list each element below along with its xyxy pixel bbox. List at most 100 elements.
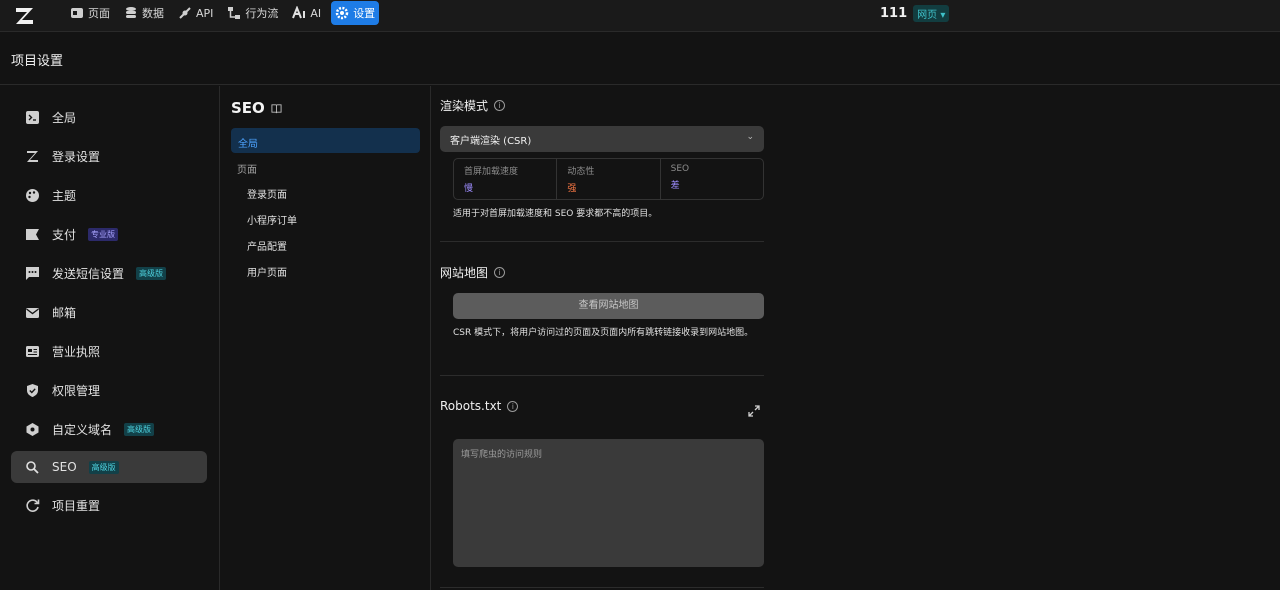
- info-icon[interactable]: i: [507, 400, 519, 412]
- metric-value: 慢: [464, 184, 474, 194]
- subnav-group-pages: 页面: [237, 165, 257, 176]
- sidebar-item-label: 登录设置: [52, 149, 101, 164]
- metric-key: SEO: [670, 164, 690, 174]
- login-icon: [25, 149, 40, 164]
- render-mode-title-text: 渲染模式: [440, 99, 489, 113]
- page-icon: [71, 8, 83, 18]
- metric-load-speed: 首屏加载速度 慢: [454, 159, 558, 199]
- metric-key: 动态性: [567, 167, 595, 177]
- advanced-badge: 高级版: [124, 422, 155, 436]
- main-nav: 页面 数据 API 行为流 AI 设置: [66, 1, 380, 25]
- api-icon: [179, 7, 191, 19]
- page-header: 项目设置: [0, 33, 1280, 85]
- sidebar-item-domain[interactable]: 自定义域名 高级版: [11, 413, 207, 445]
- reset-icon: [25, 498, 40, 513]
- section-divider: [440, 587, 764, 588]
- sidebar-item-payment[interactable]: 支付 专业版: [11, 218, 207, 250]
- nav-ai[interactable]: AI: [288, 1, 325, 25]
- sms-icon: [25, 266, 40, 281]
- sidebar-item-label: 发送短信设置: [52, 266, 125, 281]
- domain-icon: [25, 422, 40, 437]
- ai-icon: [292, 6, 306, 19]
- search-icon: [25, 460, 40, 475]
- subnav-item-page[interactable]: 小程序订单: [247, 212, 297, 227]
- license-icon: [25, 344, 40, 359]
- metric-seo: SEO 差: [661, 159, 763, 199]
- nav-pages-label: 页面: [88, 7, 110, 20]
- logo-icon[interactable]: [14, 5, 36, 27]
- info-icon[interactable]: i: [494, 100, 506, 111]
- nav-settings[interactable]: 设置: [331, 1, 380, 25]
- sidebar-item-label: SEO: [52, 460, 77, 474]
- sidebar-item-mail[interactable]: 邮箱: [11, 296, 207, 328]
- sidebar-item-label: 营业执照: [52, 344, 101, 359]
- nav-api[interactable]: API: [174, 1, 217, 25]
- robots-title-text: Robots.txt: [440, 399, 502, 413]
- subnav-item-page[interactable]: 用户页面: [247, 264, 287, 279]
- subnav-item-page[interactable]: 产品配置: [247, 238, 287, 253]
- seo-subnav: SEO 全局 页面 登录页面 小程序订单 产品配置 用户页面: [221, 86, 431, 590]
- project-switcher: 111 网页 ▾: [880, 5, 950, 22]
- book-icon[interactable]: [271, 103, 282, 114]
- nav-settings-label: 设置: [353, 7, 376, 20]
- sidebar-item-label: 支付: [52, 227, 77, 242]
- sidebar-item-login[interactable]: 登录设置: [11, 140, 207, 172]
- payment-icon: [25, 227, 40, 242]
- database-icon: [126, 7, 136, 18]
- expand-icon[interactable]: [747, 404, 761, 418]
- metric-key: 首屏加载速度: [464, 167, 519, 177]
- nav-pages[interactable]: 页面: [66, 1, 114, 25]
- sidebar-item-global[interactable]: 全局: [11, 101, 207, 133]
- seo-title-text: SEO: [231, 99, 265, 117]
- render-mode-title: 渲染模式 i: [440, 97, 506, 114]
- top-bar: 页面 数据 API 行为流 AI 设置 111 网页 ▾: [0, 0, 1280, 32]
- sidebar-item-label: 项目重置: [52, 498, 101, 513]
- sidebar-item-license[interactable]: 营业执照: [11, 335, 207, 367]
- render-mode-selected: 客户端渲染 (CSR): [450, 136, 532, 147]
- subnav-item-global[interactable]: 全局: [231, 128, 420, 153]
- seo-title: SEO: [231, 99, 282, 117]
- robots-title: Robots.txt i: [440, 399, 519, 413]
- advanced-badge: 高级版: [88, 460, 119, 474]
- sidebar-item-label: 主题: [52, 188, 77, 203]
- render-mode-description: 适用于对首屏加载速度和 SEO 要求都不高的项目。: [453, 209, 658, 219]
- robots-input[interactable]: [453, 439, 764, 567]
- palette-icon: [25, 188, 40, 203]
- shield-icon: [25, 383, 40, 398]
- workflow-icon: [228, 7, 241, 19]
- sidebar-item-theme[interactable]: 主题: [11, 179, 207, 211]
- nav-ai-label: AI: [310, 6, 322, 20]
- nav-data-label: 数据: [142, 7, 164, 20]
- pro-badge: 专业版: [88, 227, 119, 241]
- chevron-down-icon: ⌄: [746, 132, 754, 142]
- mail-icon: [25, 305, 40, 320]
- sitemap-title: 网站地图 i: [440, 264, 506, 281]
- sitemap-description: CSR 模式下，将用户访问过的页面及页面内所有跳转链接收录到网站地图。: [453, 328, 754, 338]
- section-divider: [440, 375, 764, 376]
- project-name: 111: [880, 6, 908, 21]
- sidebar-item-label: 自定义域名: [52, 422, 113, 437]
- render-mode-select[interactable]: 客户端渲染 (CSR) ⌄: [440, 126, 764, 152]
- sidebar-item-permissions[interactable]: 权限管理: [11, 374, 207, 406]
- metric-dynamic: 动态性 强: [557, 159, 661, 199]
- render-mode-metrics: 首屏加载速度 慢 动态性 强 SEO 差: [453, 158, 764, 200]
- info-icon[interactable]: i: [494, 267, 506, 278]
- page-title: 项目设置: [11, 54, 64, 69]
- nav-data[interactable]: 数据: [120, 1, 168, 25]
- sidebar-item-sms[interactable]: 发送短信设置 高级版: [11, 257, 207, 289]
- metric-value: 差: [670, 181, 680, 191]
- platform-dropdown[interactable]: 网页 ▾: [913, 5, 950, 22]
- metric-value: 强: [567, 184, 577, 194]
- terminal-icon: [25, 110, 40, 125]
- view-sitemap-button[interactable]: 查看网站地图: [453, 293, 764, 319]
- sidebar-item-reset[interactable]: 项目重置: [11, 489, 207, 521]
- sidebar-item-label: 邮箱: [52, 305, 77, 320]
- nav-workflow[interactable]: 行为流: [223, 1, 282, 25]
- sidebar-item-seo[interactable]: SEO 高级版: [11, 451, 207, 483]
- section-divider: [440, 241, 764, 242]
- advanced-badge: 高级版: [136, 266, 167, 280]
- subnav-item-page[interactable]: 登录页面: [247, 186, 287, 201]
- sitemap-title-text: 网站地图: [440, 266, 489, 280]
- sidebar-item-label: 权限管理: [52, 383, 101, 398]
- nav-workflow-label: 行为流: [245, 7, 279, 20]
